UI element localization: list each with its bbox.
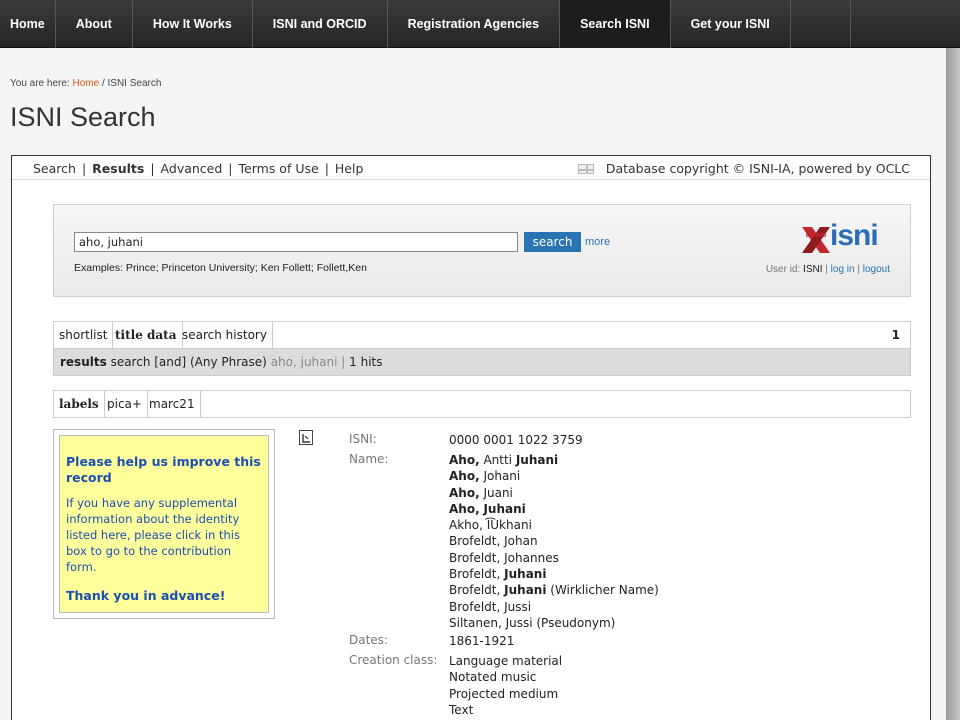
name-entry: Aho, Johani	[449, 469, 521, 484]
tab-title-data[interactable]: title data	[110, 322, 183, 348]
nav-how-it-works[interactable]: How It Works	[133, 0, 253, 48]
name-entry: Brofeldt, Johannes	[449, 550, 559, 565]
contribution-title-line2: record	[66, 470, 112, 485]
user-id-label: User id:	[765, 264, 801, 275]
format-tabs: labels pica+ marc21	[53, 390, 911, 418]
subnav-advanced[interactable]: Advanced	[161, 161, 223, 176]
creation-class-list: Language material Notated music Projecte…	[449, 653, 562, 718]
nav-spacer	[791, 0, 851, 47]
results-hits: 1 hits	[349, 355, 383, 369]
name-surname: Aho,	[449, 501, 480, 516]
user-id-value: ISNI	[803, 264, 823, 275]
contribution-body-line: listed here, please click in this	[66, 528, 240, 542]
dates-label: Dates:	[349, 633, 388, 647]
name-entry: Aho, Juhani	[449, 501, 659, 517]
page-scroll-shadow	[946, 48, 960, 720]
subnav-search[interactable]: Search	[33, 161, 76, 176]
name-label: Name:	[349, 452, 389, 466]
contribution-thanks: Thank you in advance!	[66, 588, 226, 603]
contribution-body-line: If you have any supplemental	[66, 496, 238, 510]
creation-class-item: Notated music	[449, 670, 537, 685]
isni-logo: isni	[800, 219, 890, 255]
contribution-box-container: Please help us improve this record If yo…	[53, 429, 275, 619]
name-entry: Akho, I͡Ukhani	[449, 518, 532, 533]
tab-pica-plus[interactable]: pica+	[102, 391, 148, 417]
nav-about[interactable]: About	[56, 0, 133, 48]
contribution-box[interactable]: Please help us improve this record If yo…	[59, 435, 269, 613]
isni-label: ISNI:	[349, 432, 377, 446]
isni-number: 0000 0001 1022 3759	[449, 433, 583, 447]
nav-search-isni[interactable]: Search ISNI	[560, 0, 671, 48]
name-entry: Siltanen, Jussi (Pseudonym)	[449, 615, 616, 630]
name-match: Juhani	[515, 453, 559, 467]
dates-value: 1861-1921	[449, 633, 514, 649]
nav-home[interactable]: Home	[0, 0, 56, 48]
contribution-title-line1: Please help us improve this	[66, 454, 261, 469]
isni-value: 0000 0001 1022 3759	[449, 432, 583, 448]
tab-search-history[interactable]: search history	[177, 322, 273, 348]
creation-class-item: Projected medium	[449, 686, 559, 701]
logout-link[interactable]: logout	[863, 264, 890, 275]
nav-get-your-isni[interactable]: Get your ISNI	[671, 0, 791, 48]
nav-isni-and-orcid[interactable]: ISNI and ORCID	[253, 0, 388, 48]
tab-marc21[interactable]: marc21	[144, 391, 201, 417]
results-label: results	[60, 355, 107, 369]
name-entry: Aho, Antti Juhani	[449, 453, 559, 467]
contribution-body: If you have any supplemental information…	[66, 495, 262, 575]
name-match: Juhani	[483, 501, 526, 516]
name-entry: Brofeldt, Juhani	[449, 567, 547, 582]
name-match: Juhani	[504, 567, 547, 582]
results-term: aho, juhani	[270, 355, 338, 369]
subnav-terms-of-use[interactable]: Terms of Use	[239, 161, 319, 176]
creation-class-item: Text	[449, 702, 474, 717]
search-input[interactable]	[74, 232, 518, 252]
language-flag-icon[interactable]	[577, 164, 594, 174]
breadcrumb-home-link[interactable]: Home	[72, 78, 99, 89]
results-summary: results search [and] (Any Phrase) aho, j…	[53, 349, 911, 376]
top-navigation: Home About How It Works ISNI and ORCID R…	[0, 0, 960, 48]
name-entry: Brofeldt, Juhani (Wirklicher Name)	[449, 583, 659, 598]
name-entry: Aho, Juani	[449, 485, 513, 500]
subnav-help[interactable]: Help	[335, 161, 364, 176]
search-examples: Examples: Prince; Princeton University; …	[74, 262, 367, 274]
name-surname: Aho,	[449, 469, 480, 484]
log-in-link[interactable]: log in	[831, 264, 855, 275]
contribution-body-line: box to go to the contribution form.	[66, 544, 232, 574]
search-panel: search more Examples: Prince; Princeton …	[53, 204, 911, 297]
search-button[interactable]: search	[524, 232, 581, 252]
name-match: Juhani	[504, 583, 547, 598]
tab-labels[interactable]: labels	[54, 391, 105, 417]
tab-shortlist[interactable]: shortlist	[54, 322, 114, 348]
contribution-title: Please help us improve this record	[66, 454, 262, 486]
sub-navigation: Search | Results | Advanced | Terms of Use | Hel…	[12, 156, 930, 180]
results-tabs: shortlist title data search history 1	[53, 321, 911, 349]
more-options-link[interactable]: more	[585, 236, 610, 248]
breadcrumb: You are here: Home / ISNI Search	[10, 78, 161, 89]
name-list: Aho, Antti Juhani Aho, Johani Aho, Juani Ah…	[449, 452, 659, 631]
user-sep-2: |	[857, 264, 860, 275]
subnav-results[interactable]: Results	[92, 161, 144, 176]
dates-text: 1861-1921	[449, 634, 515, 648]
name-surname: Aho,	[449, 485, 480, 500]
name-entry: Brofeldt, Johan	[449, 534, 538, 549]
name-entry: Brofeldt, Jussi	[449, 599, 532, 614]
user-status: User id: ISNI | log in | logout	[766, 264, 890, 275]
contribution-body-line: information about the identity	[66, 512, 240, 526]
copyright-text: Database copyright © ISNI-IA, powered by…	[605, 161, 910, 176]
creation-class-label: Creation class:	[349, 653, 438, 667]
result-count: 1	[891, 328, 900, 342]
search-frame: Search | Results | Advanced | Terms of Use | Hel…	[11, 155, 931, 720]
results-query: search [and] (Any Phrase)	[110, 355, 267, 369]
creation-class-item: Language material	[449, 654, 563, 668]
name-surname: Aho,	[449, 453, 480, 467]
breadcrumb-prefix: You are here:	[10, 78, 70, 89]
results-sep: |	[341, 355, 346, 369]
record-detail-icon[interactable]	[299, 430, 313, 445]
breadcrumb-current: / ISNI Search	[101, 78, 162, 89]
user-sep: |	[825, 264, 828, 275]
page-title: ISNI Search	[10, 102, 156, 132]
nav-registration-agencies[interactable]: Registration Agencies	[388, 0, 561, 48]
isni-logo-text: isni	[830, 219, 879, 252]
isni-logo-x-icon	[802, 227, 830, 253]
